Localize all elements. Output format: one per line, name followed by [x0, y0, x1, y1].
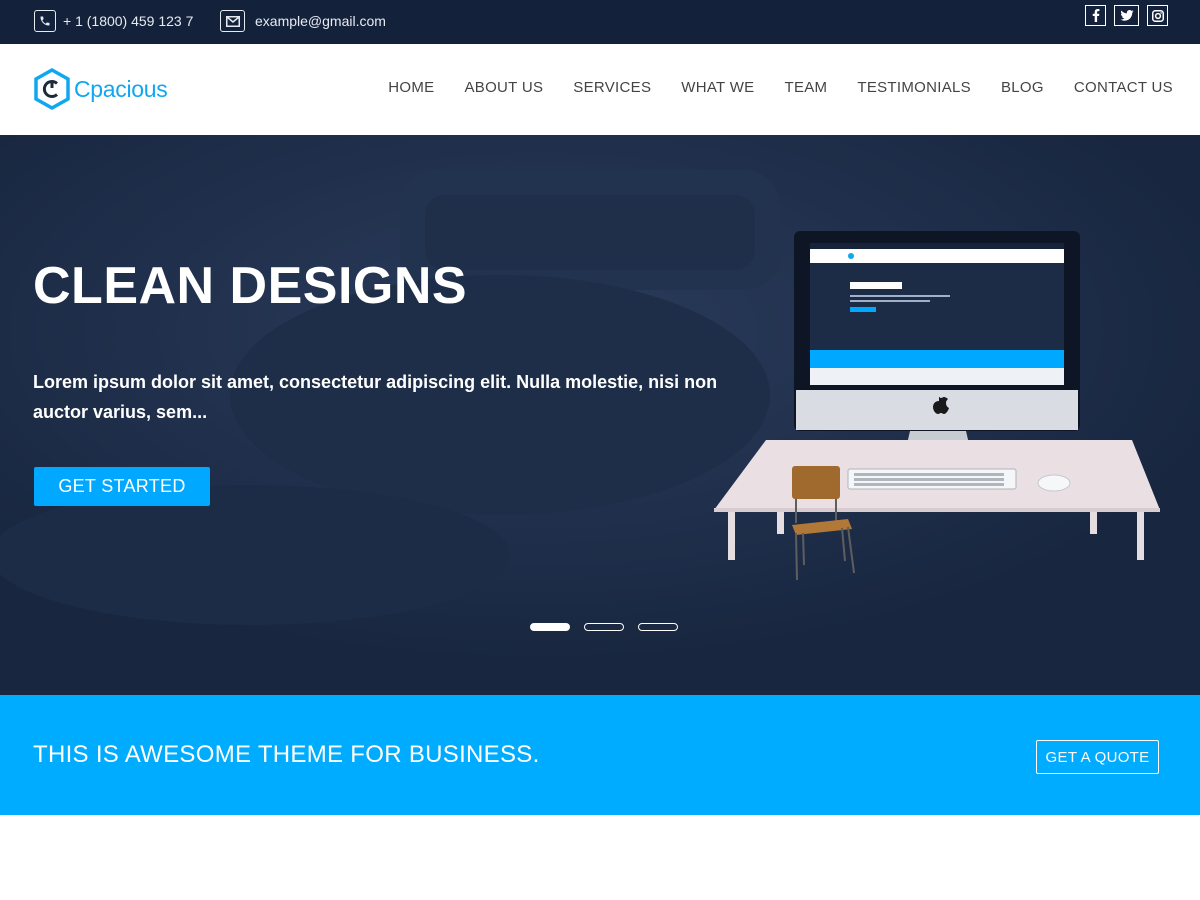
get-started-button[interactable]: GET STARTED — [34, 467, 210, 506]
business-banner: THIS IS AWESOME THEME FOR BUSINESS. GET … — [0, 695, 1200, 815]
email-address: example@gmail.com — [255, 13, 386, 29]
facebook-icon[interactable] — [1085, 5, 1106, 26]
hero-slider: CLEAN DESIGNS Lorem ipsum dolor sit amet… — [0, 135, 1200, 695]
nav-home[interactable]: HOME — [388, 79, 434, 96]
content-area — [0, 815, 1200, 900]
desk-computer-illustration — [714, 231, 1160, 581]
email-contact[interactable]: example@gmail.com — [220, 10, 386, 32]
phone-contact[interactable]: + 1 (1800) 459 123 7 — [34, 10, 193, 32]
slide-dot-2[interactable] — [584, 623, 624, 631]
site-header: Cpacious HOME ABOUT US SERVICES WHAT WE … — [0, 44, 1200, 135]
hero-description: Lorem ipsum dolor sit amet, consectetur … — [33, 372, 718, 422]
banner-text: THIS IS AWESOME THEME FOR BUSINESS. — [33, 741, 540, 768]
slider-pagination — [530, 623, 678, 631]
slide-dot-3[interactable] — [638, 623, 678, 631]
slide-dot-1[interactable] — [530, 623, 570, 631]
get-a-quote-button[interactable]: GET A QUOTE — [1036, 740, 1159, 774]
top-bar: + 1 (1800) 459 123 7 example@gmail.com — [0, 0, 1200, 44]
nav-services[interactable]: SERVICES — [573, 79, 651, 96]
hero-title: CLEAN DESIGNS — [33, 257, 468, 315]
nav-what-we[interactable]: WHAT WE — [681, 79, 754, 96]
nav-about-us[interactable]: ABOUT US — [464, 79, 543, 96]
hexagon-logo-icon — [34, 68, 70, 110]
twitter-icon[interactable] — [1114, 5, 1139, 26]
phone-icon — [34, 10, 56, 32]
nav-contact-us[interactable]: CONTACT US — [1074, 79, 1173, 96]
main-nav: HOME ABOUT US SERVICES WHAT WE TEAM TEST… — [388, 79, 1173, 96]
nav-blog[interactable]: BLOG — [1001, 79, 1044, 96]
envelope-icon — [220, 10, 245, 32]
instagram-icon[interactable] — [1147, 5, 1168, 26]
logo-text: Cpacious — [74, 75, 168, 102]
site-logo[interactable]: Cpacious — [33, 68, 168, 110]
nav-team[interactable]: TEAM — [784, 79, 827, 96]
nav-testimonials[interactable]: TESTIMONIALS — [857, 79, 971, 96]
social-links — [1085, 5, 1168, 26]
phone-number: + 1 (1800) 459 123 7 — [63, 13, 194, 29]
